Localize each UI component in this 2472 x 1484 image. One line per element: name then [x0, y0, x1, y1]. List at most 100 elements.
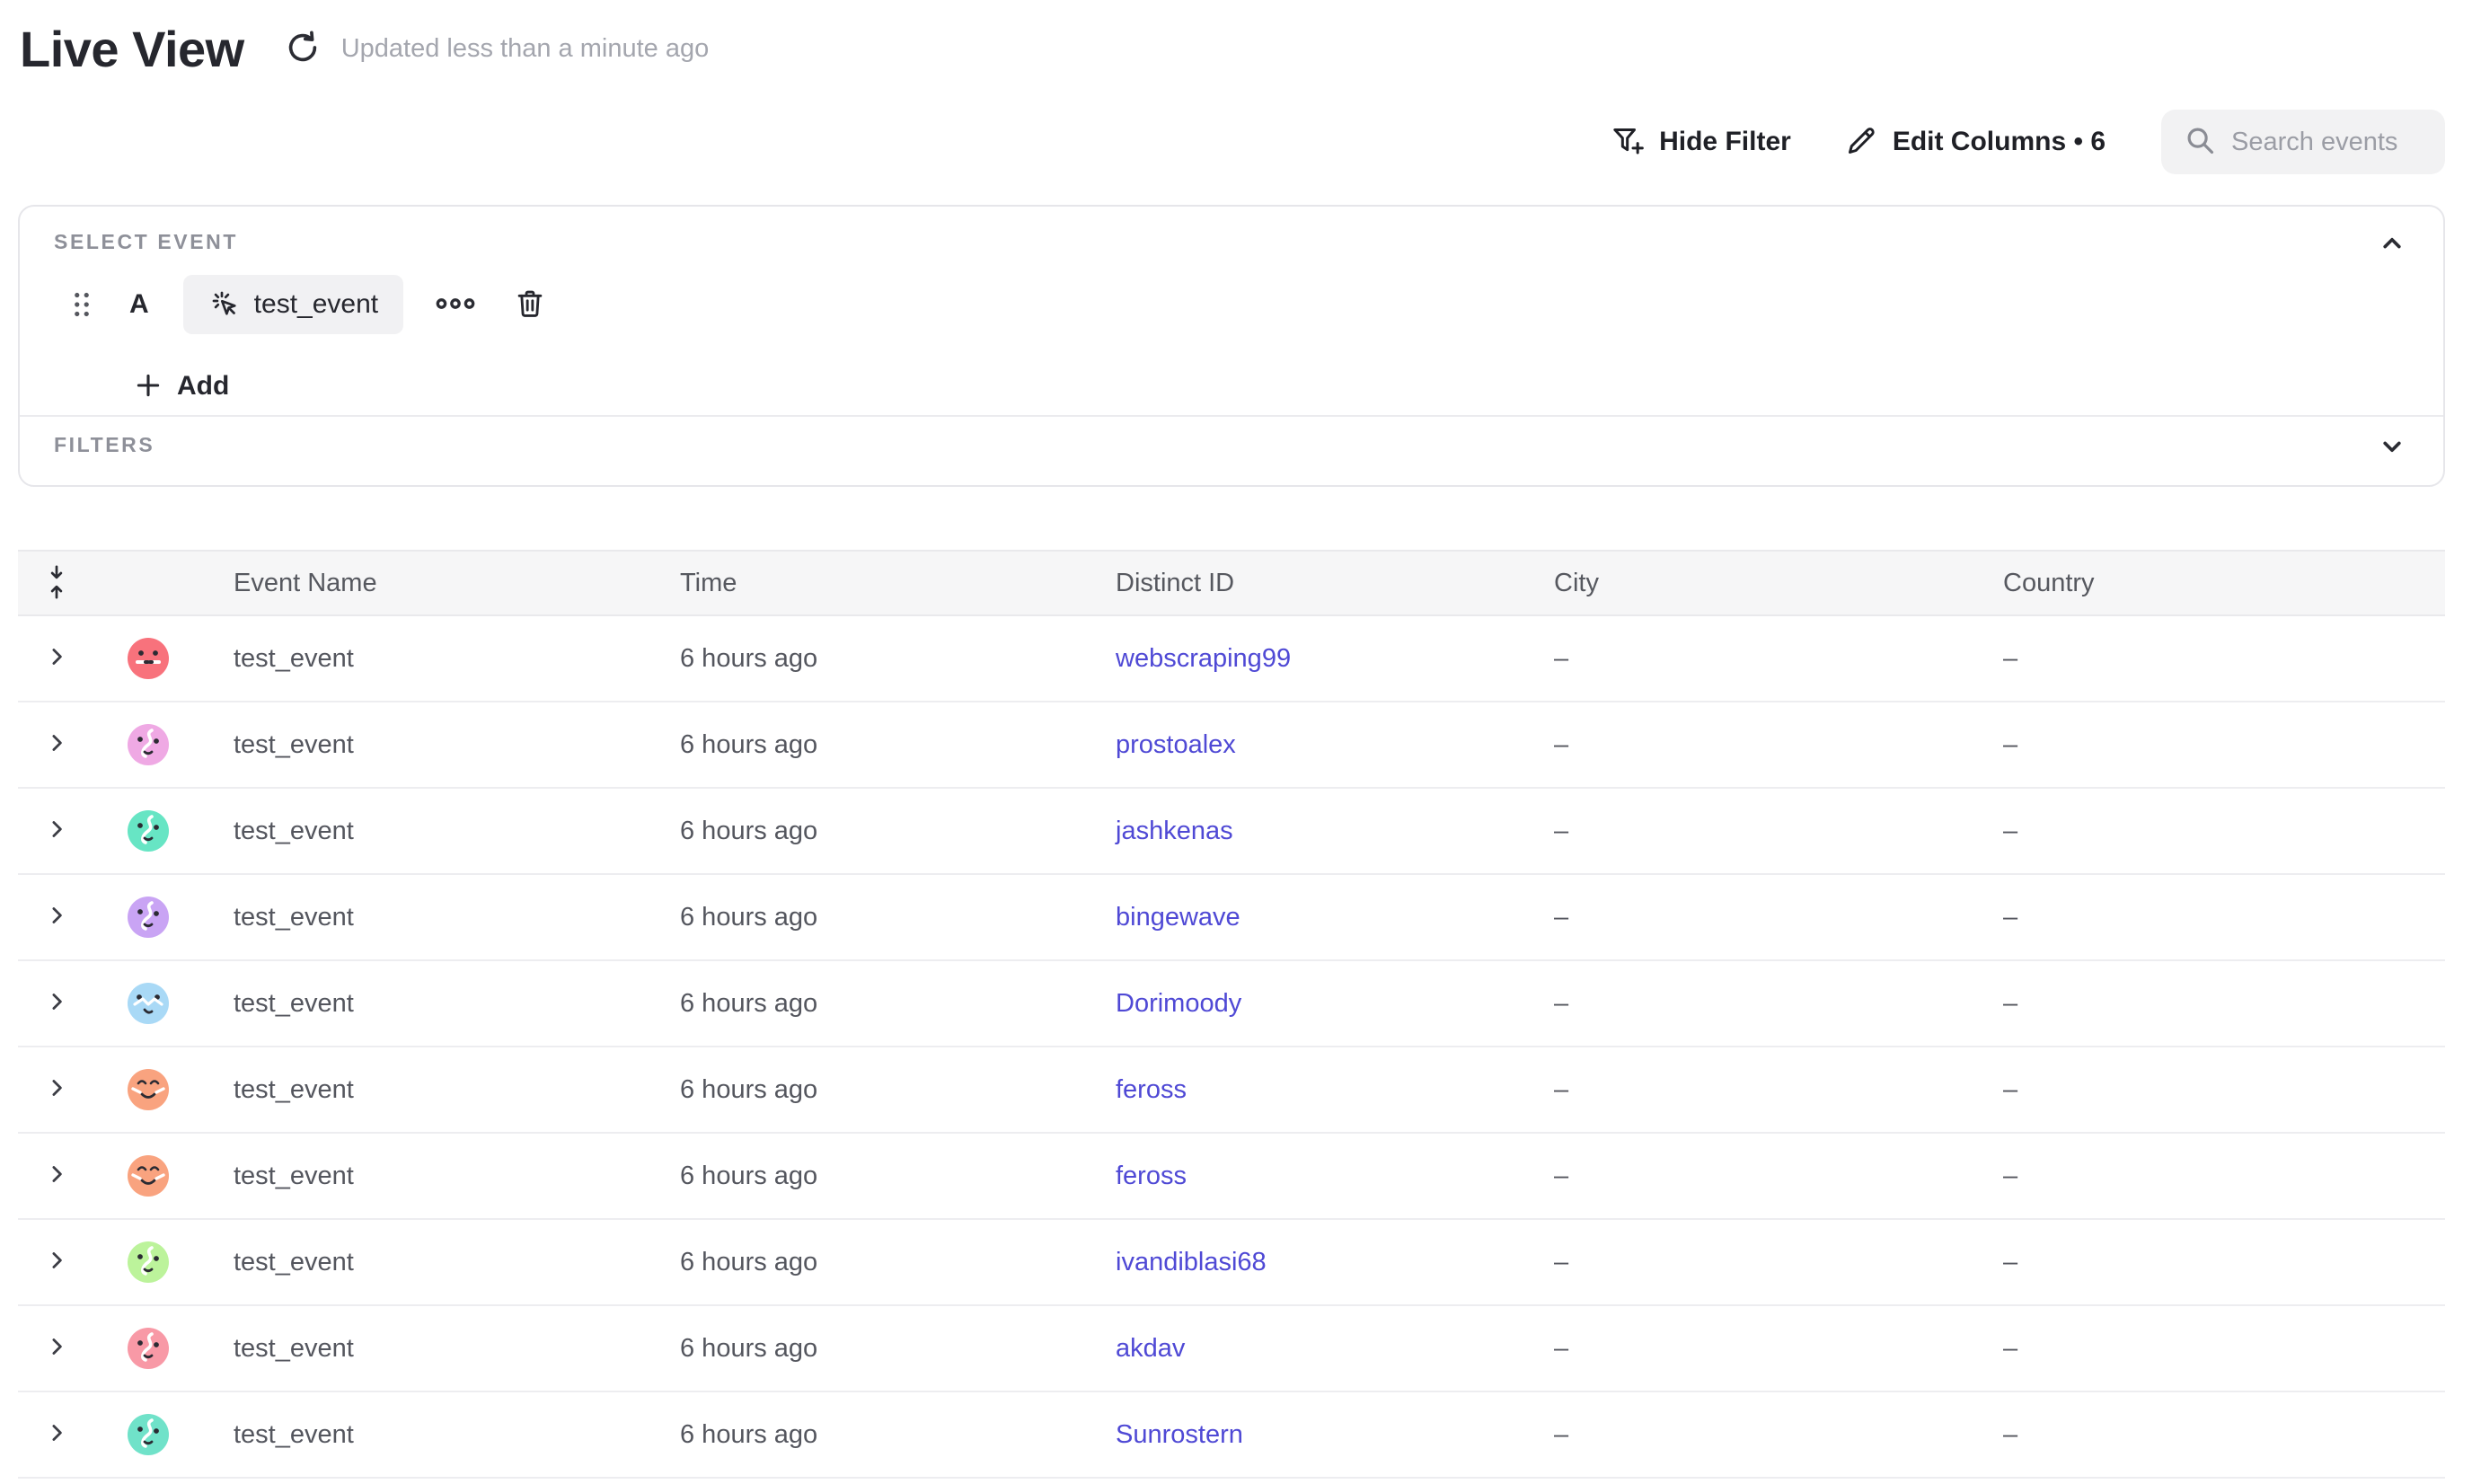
chevron-right-icon[interactable] — [43, 643, 70, 675]
table-row[interactable]: test_event 6 hours ago ivandiblasi68 – – — [18, 1220, 2445, 1306]
avatar — [128, 1241, 169, 1283]
distinct-id-link[interactable]: Sunrostern — [1116, 1420, 1243, 1449]
distinct-id-link[interactable]: feross — [1116, 1162, 1187, 1190]
cell-country: – — [2003, 817, 2445, 846]
collapse-rows-icon — [43, 564, 70, 603]
page-title: Live View — [20, 20, 244, 78]
cell-country: – — [2003, 1075, 2445, 1105]
cell-event-name: test_event — [201, 644, 680, 674]
trash-icon — [513, 287, 547, 323]
expand-filters-button[interactable] — [2377, 431, 2407, 464]
distinct-id-link[interactable]: Dorimoody — [1116, 989, 1241, 1018]
table-row[interactable]: test_event 6 hours ago webscraping99 – – — [18, 616, 2445, 702]
event-more-options-button[interactable] — [430, 291, 481, 319]
event-row-letter: A — [129, 289, 149, 320]
distinct-id-link[interactable]: akdav — [1116, 1334, 1185, 1363]
cell-time: 6 hours ago — [680, 903, 1116, 932]
drag-handle-icon[interactable] — [72, 289, 92, 320]
edit-columns-button[interactable]: Edit Columns • 6 — [1843, 123, 2106, 162]
chevron-right-icon[interactable] — [43, 902, 70, 933]
cell-city: – — [1554, 644, 2003, 674]
chevron-right-icon[interactable] — [43, 1247, 70, 1278]
chevron-up-icon — [2377, 228, 2407, 261]
cell-country: – — [2003, 730, 2445, 760]
cell-city: – — [1554, 1075, 2003, 1105]
table-header-row: Event Name Time Distinct ID City Country — [18, 550, 2445, 616]
edit-icon — [1843, 123, 1879, 162]
collapse-all-rows-button[interactable] — [18, 564, 95, 603]
event-selector-chip[interactable]: test_event — [183, 275, 403, 334]
cell-city: – — [1554, 1334, 2003, 1364]
table-row[interactable]: test_event 6 hours ago Sunrostern – – — [18, 1392, 2445, 1479]
cell-event-name: test_event — [201, 817, 680, 846]
cell-city: – — [1554, 1162, 2003, 1191]
cell-time: 6 hours ago — [680, 989, 1116, 1019]
distinct-id-link[interactable]: jashkenas — [1116, 817, 1233, 845]
avatar — [128, 638, 169, 679]
distinct-id-link[interactable]: ivandiblasi68 — [1116, 1248, 1267, 1276]
search-input[interactable] — [2231, 128, 2427, 157]
chevron-right-icon[interactable] — [43, 816, 70, 847]
cell-city: – — [1554, 817, 2003, 846]
chevron-right-icon[interactable] — [43, 729, 70, 761]
updated-status: Updated less than a minute ago — [341, 34, 710, 64]
add-event-label: Add — [177, 371, 229, 402]
cell-city: – — [1554, 1420, 2003, 1450]
chevron-right-icon[interactable] — [43, 1333, 70, 1365]
column-header-event-name[interactable]: Event Name — [201, 569, 680, 598]
cell-country: – — [2003, 1248, 2445, 1277]
table-row[interactable]: test_event 6 hours ago jashkenas – – — [18, 789, 2445, 875]
cell-event-name: test_event — [201, 730, 680, 760]
avatar — [128, 724, 169, 765]
table-row[interactable]: test_event 6 hours ago akdav – – — [18, 1306, 2445, 1392]
search-box[interactable] — [2161, 110, 2445, 174]
table-row[interactable]: test_event 6 hours ago feross – – — [18, 1047, 2445, 1134]
distinct-id-link[interactable]: bingewave — [1116, 903, 1240, 932]
add-event-button[interactable]: Add — [133, 361, 229, 411]
avatar — [128, 983, 169, 1024]
distinct-id-link[interactable]: prostoalex — [1116, 730, 1236, 759]
cell-event-name: test_event — [201, 903, 680, 932]
edit-columns-label: Edit Columns • 6 — [1893, 127, 2106, 157]
table-row[interactable]: test_event 6 hours ago prostoalex – – — [18, 702, 2445, 789]
table-row[interactable]: test_event 6 hours ago feross – – — [18, 1134, 2445, 1220]
cell-time: 6 hours ago — [680, 817, 1116, 846]
avatar — [128, 897, 169, 938]
chevron-down-icon — [2377, 431, 2407, 464]
table-row[interactable]: test_event 6 hours ago bingewave – – — [18, 875, 2445, 961]
cell-time: 6 hours ago — [680, 1162, 1116, 1191]
cell-country: – — [2003, 644, 2445, 674]
cell-city: – — [1554, 730, 2003, 760]
chevron-right-icon[interactable] — [43, 1074, 70, 1106]
chevron-right-icon[interactable] — [43, 1161, 70, 1192]
avatar — [128, 810, 169, 852]
more-options-icon — [436, 296, 475, 314]
cell-city: – — [1554, 1248, 2003, 1277]
chevron-right-icon[interactable] — [43, 1419, 70, 1451]
column-header-city[interactable]: City — [1554, 569, 2003, 598]
avatar — [128, 1328, 169, 1369]
column-header-distinct-id[interactable]: Distinct ID — [1116, 569, 1554, 598]
chevron-right-icon[interactable] — [43, 988, 70, 1020]
refresh-icon — [283, 28, 322, 70]
cell-event-name: test_event — [201, 1334, 680, 1364]
select-event-section-label: SELECT EVENT — [54, 230, 238, 254]
cell-event-name: test_event — [201, 1075, 680, 1105]
hide-filter-button[interactable]: Hide Filter — [1610, 123, 1791, 162]
cell-time: 6 hours ago — [680, 1075, 1116, 1105]
avatar — [128, 1069, 169, 1110]
refresh-button[interactable] — [282, 29, 323, 70]
cell-country: – — [2003, 1420, 2445, 1450]
table-row[interactable]: test_event 6 hours ago Dorimoody – – — [18, 961, 2445, 1047]
column-header-country[interactable]: Country — [2003, 569, 2445, 598]
cell-time: 6 hours ago — [680, 1420, 1116, 1450]
event-delete-button[interactable] — [513, 287, 547, 323]
panel-divider — [20, 415, 2443, 417]
distinct-id-link[interactable]: feross — [1116, 1075, 1187, 1104]
column-header-time[interactable]: Time — [680, 569, 1116, 598]
hide-filter-label: Hide Filter — [1659, 127, 1791, 157]
collapse-select-event-button[interactable] — [2377, 228, 2407, 261]
distinct-id-link[interactable]: webscraping99 — [1116, 644, 1291, 673]
cursor-click-icon — [208, 287, 241, 322]
cell-time: 6 hours ago — [680, 1248, 1116, 1277]
